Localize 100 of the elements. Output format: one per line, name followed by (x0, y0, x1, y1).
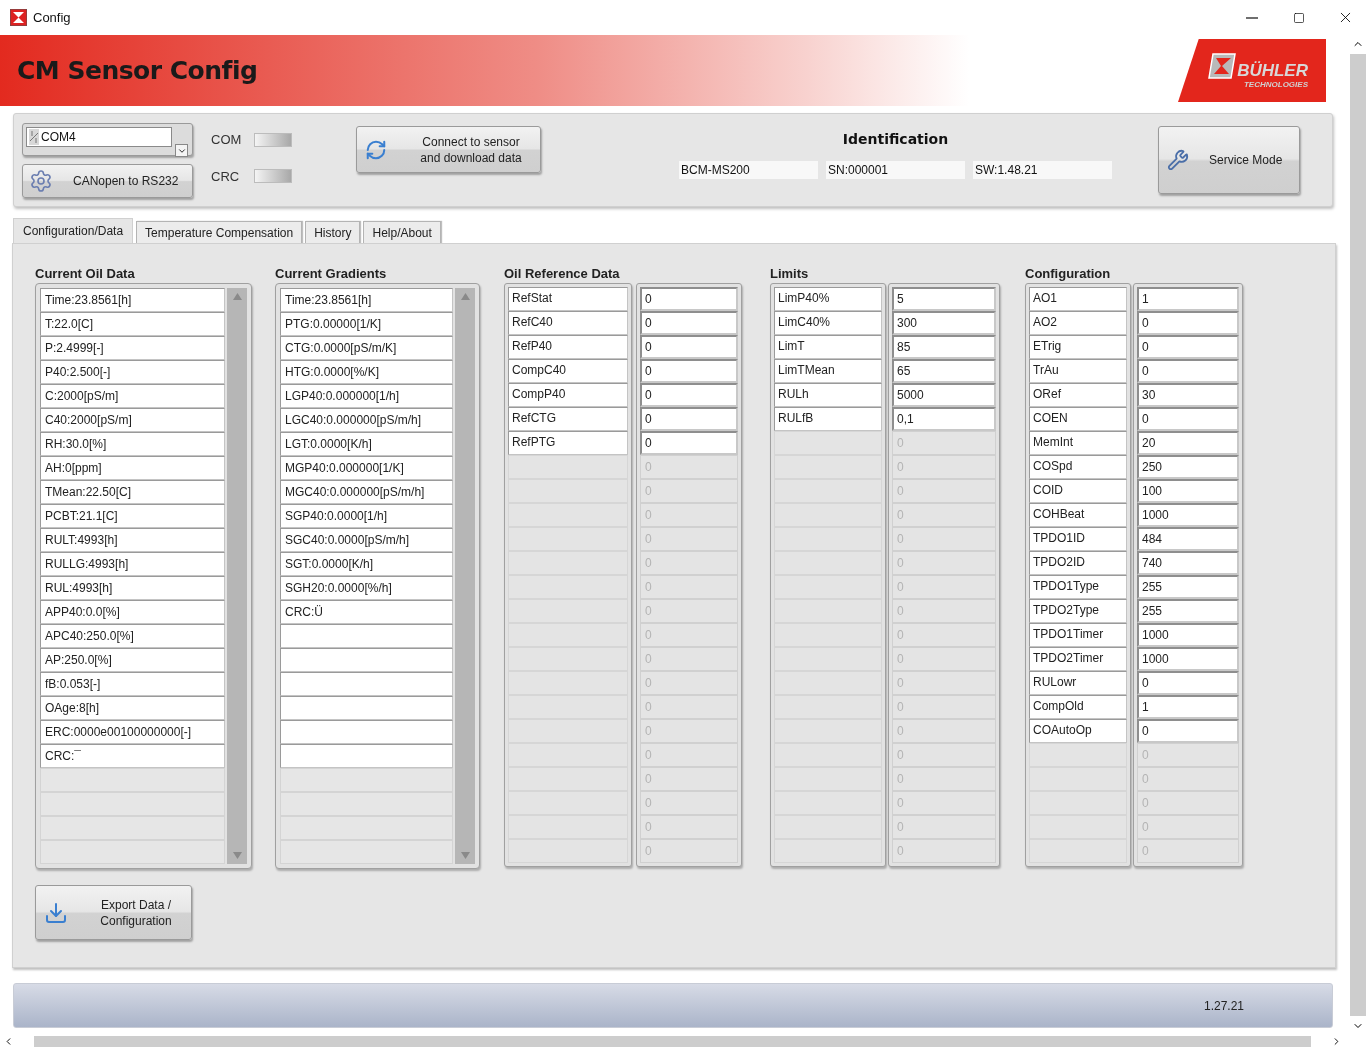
parameter-name: LimP40% (774, 287, 882, 311)
value-field[interactable]: 5000 (892, 383, 996, 407)
export-button[interactable]: Export Data / Configuration (35, 885, 192, 940)
parameter-name: TPDO1ID (1029, 527, 1127, 551)
logo-mark-icon (1207, 52, 1238, 79)
tab[interactable]: Help/About (363, 221, 441, 243)
list-item: MGC40:0.000000[pS/m/h] (280, 480, 453, 504)
value-field[interactable]: 1 (1137, 695, 1239, 719)
value-field[interactable]: 0 (640, 407, 738, 431)
value-field[interactable]: 1 (1137, 287, 1239, 311)
port-combo[interactable]: COM4 (22, 123, 193, 156)
parameter-name: AO2 (1029, 311, 1127, 335)
list-item: CRC:Ü (280, 600, 453, 624)
list-item: APP40:0.0[%] (40, 600, 225, 624)
value-field[interactable]: 100 (1137, 479, 1239, 503)
list-item: SGH20:0.0000[%/h] (280, 576, 453, 600)
value-field[interactable]: 300 (892, 311, 996, 335)
identification-field: BCM-MS200 (679, 161, 818, 179)
parameter-name: RefPTG (508, 431, 628, 455)
parameter-name: TPDO2Timer (1029, 647, 1127, 671)
list-item: C40:2000[pS/m] (40, 408, 225, 432)
window-title: Config (33, 8, 71, 27)
tab[interactable]: Configuration/Data (13, 218, 134, 243)
connect-button[interactable]: Connect to sensor and download data (356, 126, 541, 173)
parameter-name: TrAu (1029, 359, 1127, 383)
list-item: LGT:0.0000[K/h] (280, 432, 453, 456)
scroll-up-icon[interactable] (232, 293, 242, 300)
parameter-name: TPDO1Timer (1029, 623, 1127, 647)
list-item: OAge:8[h] (40, 696, 225, 720)
value-field[interactable]: 0 (640, 335, 738, 359)
value-field[interactable]: 0 (1137, 407, 1239, 431)
scrollbar[interactable] (227, 288, 247, 864)
value-field[interactable]: 20 (1137, 431, 1239, 455)
parameter-name: ORef (1029, 383, 1127, 407)
list-item: CRC:¯ (40, 744, 225, 768)
value-field[interactable]: 484 (1137, 527, 1239, 551)
canopen-button[interactable]: CANopen to RS232 (22, 164, 193, 198)
value-field[interactable]: 85 (892, 335, 996, 359)
group-heading: Configuration (1025, 265, 1112, 283)
list-item: T:22.0[C] (40, 312, 225, 336)
value-field[interactable]: 0 (1137, 311, 1239, 335)
list-item: APC40:250.0[%] (40, 624, 225, 648)
tab[interactable]: Temperature Compensation (136, 221, 303, 243)
value-field[interactable]: 0 (1137, 719, 1239, 743)
parameter-name: AO1 (1029, 287, 1127, 311)
list-item: SGP40:0.0000[1/h] (280, 504, 453, 528)
parameter-name: RefC40 (508, 311, 628, 335)
value-field[interactable]: 65 (892, 359, 996, 383)
parameter-name: RULowr (1029, 671, 1127, 695)
value-field[interactable]: 0 (640, 287, 738, 311)
parameter-name: LimT (774, 335, 882, 359)
identification-heading: Identification (842, 130, 949, 149)
value-field[interactable]: 1000 (1137, 647, 1239, 671)
value-field[interactable]: 0 (640, 383, 738, 407)
value-field[interactable]: 0 (640, 431, 738, 455)
value-field[interactable]: 1000 (1137, 623, 1239, 647)
value-field[interactable]: 0 (1137, 359, 1239, 383)
parameter-name: RULfB (774, 407, 882, 431)
scroll-down-icon[interactable] (460, 852, 470, 859)
logo-tagline: TECHNOLOGIES (1244, 80, 1308, 89)
list-item: RH:30.0[%] (40, 432, 225, 456)
value-field[interactable]: 255 (1137, 599, 1239, 623)
refresh-icon (365, 138, 387, 161)
value-field[interactable]: 5 (892, 287, 996, 311)
value-field[interactable]: 0 (640, 359, 738, 383)
minimize-icon (1245, 16, 1258, 19)
list-item: RULT:4993[h] (40, 528, 225, 552)
value-field[interactable]: 0 (1137, 335, 1239, 359)
value-field[interactable]: 1000 (1137, 503, 1239, 527)
parameter-name: LimC40% (774, 311, 882, 335)
parameter-name: RULh (774, 383, 882, 407)
scrollbar[interactable] (455, 288, 475, 864)
io-icon (29, 129, 39, 145)
parameter-name: RefCTG (508, 407, 628, 431)
tab[interactable]: History (305, 221, 361, 243)
list-item: AH:0[ppm] (40, 456, 225, 480)
download-tray-icon (44, 900, 68, 925)
value-field[interactable]: 30 (1137, 383, 1239, 407)
list-item: PTG:0.00000[1/K] (280, 312, 453, 336)
parameter-name: CompC40 (508, 359, 628, 383)
service-mode-button[interactable]: Service Mode (1158, 126, 1300, 194)
list-item: CTG:0.0000[pS/m/K] (280, 336, 453, 360)
indicator-label: COM (211, 131, 243, 149)
list-item: LGC40:0.000000[pS/m/h] (280, 408, 453, 432)
value-field[interactable]: 0 (1137, 671, 1239, 695)
parameter-name: TPDO2Type (1029, 599, 1127, 623)
value-field[interactable]: 740 (1137, 551, 1239, 575)
group-heading: Current Oil Data (35, 265, 136, 283)
value-field[interactable]: 0,1 (892, 407, 996, 431)
parameter-name: CompOld (1029, 695, 1127, 719)
parameter-name: LimTMean (774, 359, 882, 383)
value-field[interactable]: 255 (1137, 575, 1239, 599)
parameter-name: RefStat (508, 287, 628, 311)
scroll-up-icon[interactable] (460, 293, 470, 300)
value-field[interactable]: 250 (1137, 455, 1239, 479)
scroll-down-icon[interactable] (232, 852, 242, 859)
list-item: PCBT:21.1[C] (40, 504, 225, 528)
group-heading: Limits (770, 265, 810, 283)
parameter-name: COID (1029, 479, 1127, 503)
value-field[interactable]: 0 (640, 311, 738, 335)
